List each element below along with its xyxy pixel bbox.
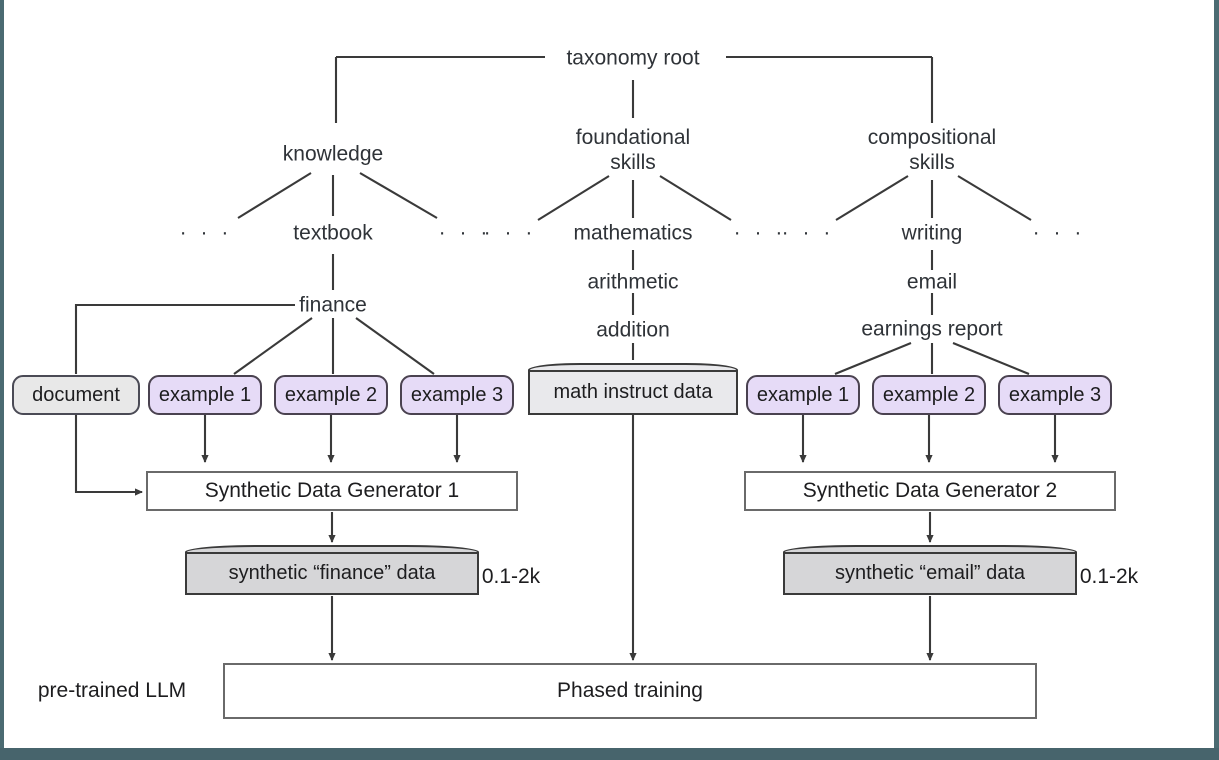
line-document-to-generator1 <box>74 414 143 496</box>
line-earnings-example3 <box>952 342 1030 375</box>
synthetic-data-generator-2-box[interactable]: Synthetic Data Generator 2 <box>744 471 1116 511</box>
line-finance-example3 <box>355 317 435 375</box>
node-addition: addition <box>596 318 670 342</box>
ellipsis-compositional-right: · · · <box>1032 221 1086 244</box>
left-example-3-box[interactable]: example 3 <box>400 375 514 415</box>
node-arithmetic: arithmetic <box>587 270 679 294</box>
math-instruct-data-cylinder[interactable]: math instruct data <box>528 363 738 415</box>
node-mathematics: mathematics <box>573 221 693 245</box>
synthetic-data-generator-1-box[interactable]: Synthetic Data Generator 1 <box>146 471 518 511</box>
synthetic-finance-data-cylinder[interactable]: synthetic “finance” data <box>185 545 479 595</box>
line-finance-example1 <box>233 317 313 375</box>
line-earnings-example1 <box>834 342 912 375</box>
pre-trained-llm-label: pre-trained LLM <box>37 679 187 702</box>
node-foundational-skills: foundational skills <box>575 126 691 174</box>
cylinder-body: math instruct data <box>528 370 738 415</box>
synthetic-email-data-cylinder[interactable]: synthetic “email” data <box>783 545 1077 595</box>
right-example-1-box[interactable]: example 1 <box>746 375 860 415</box>
node-earnings-report: earnings report <box>861 317 1003 341</box>
cylinder-body: synthetic “email” data <box>783 552 1077 595</box>
taxonomy-root-label: taxonomy root <box>566 46 700 70</box>
cylinder-body: synthetic “finance” data <box>185 552 479 595</box>
phased-training-box[interactable]: Phased training <box>223 663 1037 719</box>
node-knowledge: knowledge <box>282 142 384 166</box>
node-writing: writing <box>901 221 963 245</box>
right-example-3-box[interactable]: example 3 <box>998 375 1112 415</box>
line-foundational-left-ellipsis <box>537 175 610 221</box>
synthetic-finance-data-count: 0.1-2k <box>481 565 541 588</box>
left-example-2-box[interactable]: example 2 <box>274 375 388 415</box>
node-email: email <box>906 270 958 294</box>
line-foundational-right-ellipsis <box>659 175 732 221</box>
diagram-page: taxonomy root knowledge foundational ski… <box>0 0 1219 760</box>
ellipsis-knowledge-left: · · · <box>179 221 233 244</box>
node-finance: finance <box>299 293 367 317</box>
synthetic-email-data-count: 0.1-2k <box>1079 565 1139 588</box>
ellipsis-foundational-left: · · · <box>483 221 537 244</box>
line-knowledge-left-ellipsis <box>237 172 312 219</box>
line-finance-to-document <box>74 303 295 374</box>
node-textbook: textbook <box>293 221 373 245</box>
ellipsis-foundational-right: · · · <box>733 221 787 244</box>
document-box[interactable]: document <box>12 375 140 415</box>
ellipsis-compositional-left: · · · <box>781 221 835 244</box>
line-knowledge-right-ellipsis <box>359 172 438 219</box>
line-compositional-left-ellipsis <box>835 175 909 221</box>
line-compositional-right-ellipsis <box>957 175 1032 221</box>
left-example-1-box[interactable]: example 1 <box>148 375 262 415</box>
node-compositional-skills: compositional skills <box>867 126 997 174</box>
right-example-2-box[interactable]: example 2 <box>872 375 986 415</box>
